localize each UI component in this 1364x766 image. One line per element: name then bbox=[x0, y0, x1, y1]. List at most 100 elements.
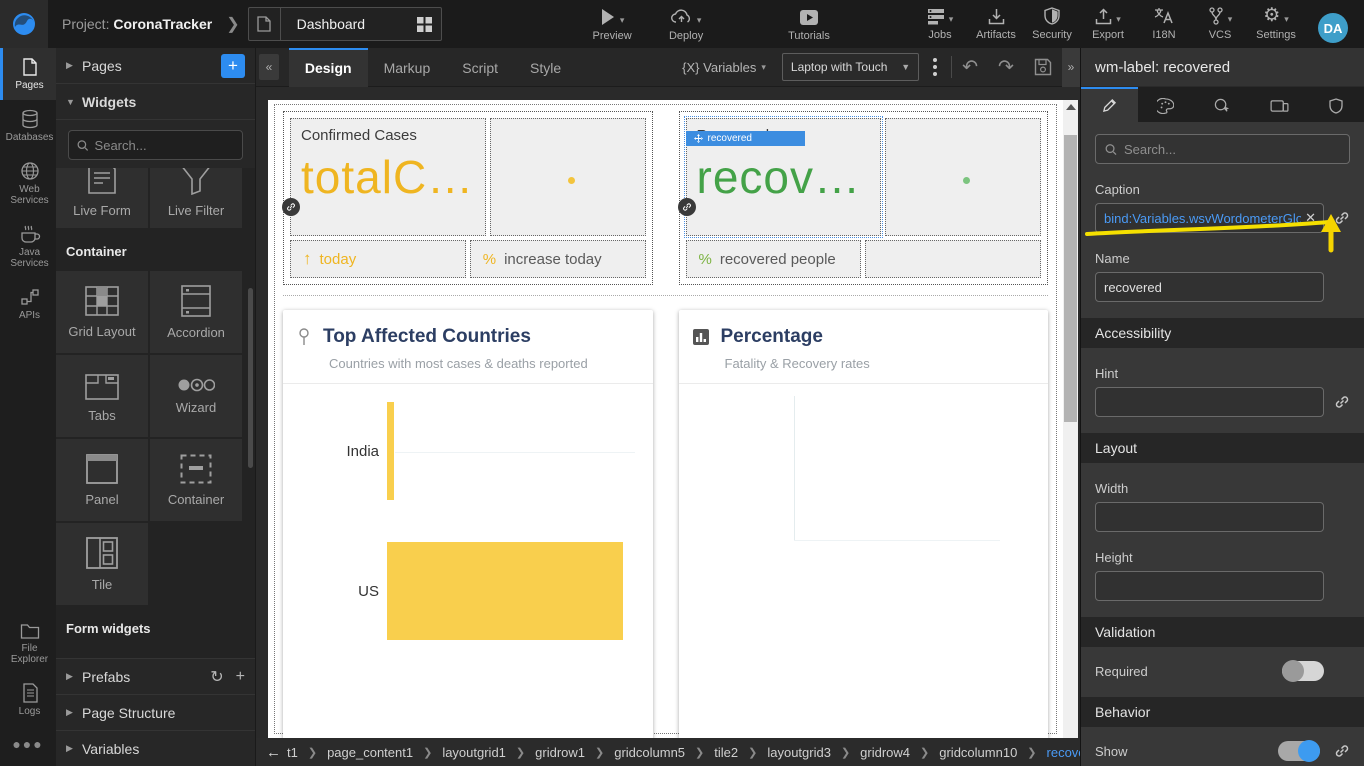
chevron-right-icon[interactable]: ❯ bbox=[226, 14, 239, 34]
add-prefab-button[interactable]: + bbox=[236, 668, 245, 686]
security-button[interactable]: Security bbox=[1032, 5, 1072, 41]
show-toggle[interactable] bbox=[1278, 741, 1320, 761]
breadcrumb-item[interactable]: layoutgrid1 bbox=[442, 745, 506, 760]
confirmed-chart-cell[interactable] bbox=[490, 118, 646, 236]
prefabs-section-header[interactable]: ▶ Prefabs ↻ + bbox=[56, 658, 255, 694]
required-toggle[interactable] bbox=[1282, 661, 1324, 681]
recovered-cell-selected[interactable]: Recovered recovered recov… bbox=[686, 118, 882, 236]
bar-us[interactable] bbox=[387, 542, 623, 640]
name-input[interactable] bbox=[1095, 272, 1324, 302]
rail-item-databases[interactable]: Databases bbox=[0, 100, 56, 152]
chevron-down-icon[interactable]: ▾ bbox=[697, 15, 702, 28]
rail-item-web-services[interactable]: Web Services bbox=[0, 152, 56, 215]
rail-item-apis[interactable]: APIs bbox=[0, 278, 56, 330]
jobs-button[interactable]: ▾ Jobs bbox=[920, 5, 960, 41]
tab-devices[interactable] bbox=[1251, 87, 1308, 122]
clear-binding-icon[interactable]: ✕ bbox=[1305, 210, 1316, 226]
bar-chart[interactable]: India US bbox=[283, 384, 653, 714]
bar-row-india[interactable]: India bbox=[283, 402, 394, 500]
breadcrumb-item[interactable]: t1 bbox=[287, 745, 298, 760]
widget-live-form[interactable]: Live Form bbox=[56, 168, 148, 228]
breadcrumb-item[interactable]: gridrow4 bbox=[860, 745, 910, 760]
layout-grid-row[interactable]: Confirmed Cases totalC… bbox=[283, 111, 1048, 296]
vcs-button[interactable]: ▾ VCS bbox=[1200, 5, 1240, 41]
page-structure-section-header[interactable]: ▶ Page Structure bbox=[56, 694, 255, 730]
recovered-chart-cell[interactable] bbox=[885, 118, 1041, 236]
breadcrumb-item[interactable]: gridrow1 bbox=[535, 745, 585, 760]
rail-item-logs[interactable]: Logs bbox=[0, 674, 56, 726]
tab-security[interactable] bbox=[1307, 87, 1364, 122]
percentage-chart[interactable] bbox=[679, 384, 1049, 714]
widget-wizard[interactable]: Wizard bbox=[150, 355, 242, 437]
tab-script[interactable]: Script bbox=[446, 48, 514, 87]
breadcrumb-item[interactable]: gridcolumn5 bbox=[614, 745, 685, 760]
device-selector[interactable]: Laptop with Touch ▼ bbox=[782, 53, 919, 81]
widget-live-filter[interactable]: Live Filter bbox=[150, 168, 242, 228]
breadcrumb-item[interactable]: layoutgrid3 bbox=[767, 745, 831, 760]
wavemaker-logo[interactable] bbox=[0, 0, 48, 48]
tab-properties[interactable] bbox=[1081, 87, 1138, 122]
top-affected-countries-panel[interactable]: Top Affected Countries Countries with mo… bbox=[283, 310, 653, 738]
widget-accordion[interactable]: Accordion bbox=[150, 271, 242, 353]
tab-markup[interactable]: Markup bbox=[368, 48, 447, 87]
undo-button[interactable]: ↶ bbox=[962, 56, 978, 79]
pages-section-header[interactable]: ▶ Pages + bbox=[56, 48, 255, 84]
tab-styles[interactable] bbox=[1138, 87, 1195, 122]
width-input[interactable] bbox=[1095, 502, 1324, 532]
selection-label[interactable]: recovered bbox=[686, 131, 806, 146]
refresh-icon[interactable]: ↻ bbox=[210, 667, 223, 687]
hint-input[interactable] bbox=[1095, 387, 1324, 417]
confirmed-cases-tile[interactable]: Confirmed Cases totalC… bbox=[283, 111, 653, 285]
properties-search-input[interactable] bbox=[1124, 142, 1340, 157]
breadcrumb-item[interactable]: gridcolumn10 bbox=[939, 745, 1017, 760]
height-input[interactable] bbox=[1095, 571, 1324, 601]
binding-badge[interactable] bbox=[282, 198, 300, 216]
deploy-button[interactable]: ▾ Deploy bbox=[666, 6, 706, 42]
chevron-down-icon[interactable]: ▾ bbox=[949, 14, 954, 27]
chevron-down-icon[interactable]: ▾ bbox=[1284, 14, 1289, 27]
empty-cell[interactable] bbox=[865, 240, 1041, 278]
bar-india[interactable] bbox=[387, 402, 394, 500]
variables-section-header[interactable]: ▶ Variables bbox=[56, 730, 255, 766]
confirmed-total-label[interactable]: totalC… bbox=[301, 150, 475, 204]
user-avatar[interactable]: DA bbox=[1318, 13, 1348, 43]
breadcrumb-item[interactable]: page_content1 bbox=[327, 745, 413, 760]
recovered-tile[interactable]: Recovered recovered recov… bbox=[679, 111, 1049, 285]
page-container[interactable]: Confirmed Cases totalC… bbox=[274, 104, 1057, 734]
breadcrumb-item[interactable]: tile2 bbox=[714, 745, 738, 760]
percentage-panel[interactable]: Percentage Fatality & Recovery rates bbox=[679, 310, 1049, 738]
widget-search-input[interactable] bbox=[95, 138, 234, 153]
bind-link-icon[interactable] bbox=[1334, 394, 1350, 410]
widgets-section-header[interactable]: ▼ Widgets bbox=[56, 84, 255, 120]
widget-tabs[interactable]: Tabs bbox=[56, 355, 148, 437]
expand-right-panel-button[interactable]: » bbox=[1062, 48, 1080, 87]
widget-container[interactable]: Container bbox=[150, 439, 242, 521]
canvas-scrollbar[interactable] bbox=[1063, 100, 1078, 738]
rail-item-java-services[interactable]: Java Services bbox=[0, 215, 56, 278]
bind-link-icon[interactable] bbox=[1334, 743, 1350, 759]
breadcrumb-item-current[interactable]: recovered bbox=[1047, 745, 1080, 760]
more-options-button[interactable] bbox=[933, 58, 937, 76]
scrollbar-thumb[interactable] bbox=[1064, 135, 1077, 422]
today-cell[interactable]: ↑ today bbox=[290, 240, 466, 278]
tab-design[interactable]: Design bbox=[289, 48, 368, 87]
chevron-down-icon[interactable]: ▾ bbox=[1116, 14, 1121, 27]
settings-button[interactable]: ⚙▾ Settings bbox=[1256, 5, 1296, 41]
export-button[interactable]: ▾ Export bbox=[1088, 5, 1128, 41]
rail-item-pages[interactable]: Pages bbox=[0, 48, 56, 100]
i18n-button[interactable]: I18N bbox=[1144, 5, 1184, 41]
widget-tile[interactable]: Tile bbox=[56, 523, 148, 605]
binding-badge[interactable] bbox=[678, 198, 696, 216]
bind-link-icon[interactable] bbox=[1334, 210, 1350, 226]
caption-input[interactable] bbox=[1095, 203, 1324, 233]
design-canvas[interactable]: Confirmed Cases totalC… bbox=[268, 100, 1063, 738]
grid-view-icon[interactable] bbox=[407, 17, 441, 32]
variables-button[interactable]: {X} Variables ▾ bbox=[682, 60, 766, 75]
collapse-left-panel-button[interactable]: « bbox=[259, 54, 279, 80]
scroll-up-arrow[interactable] bbox=[1066, 104, 1076, 110]
widget-list-scrollbar[interactable] bbox=[248, 288, 253, 468]
add-page-button[interactable]: + bbox=[221, 54, 245, 78]
redo-button[interactable]: ↷ bbox=[998, 56, 1014, 79]
bar-row-us[interactable]: US bbox=[283, 542, 623, 640]
breadcrumb-back-arrow[interactable]: ← bbox=[266, 744, 281, 761]
